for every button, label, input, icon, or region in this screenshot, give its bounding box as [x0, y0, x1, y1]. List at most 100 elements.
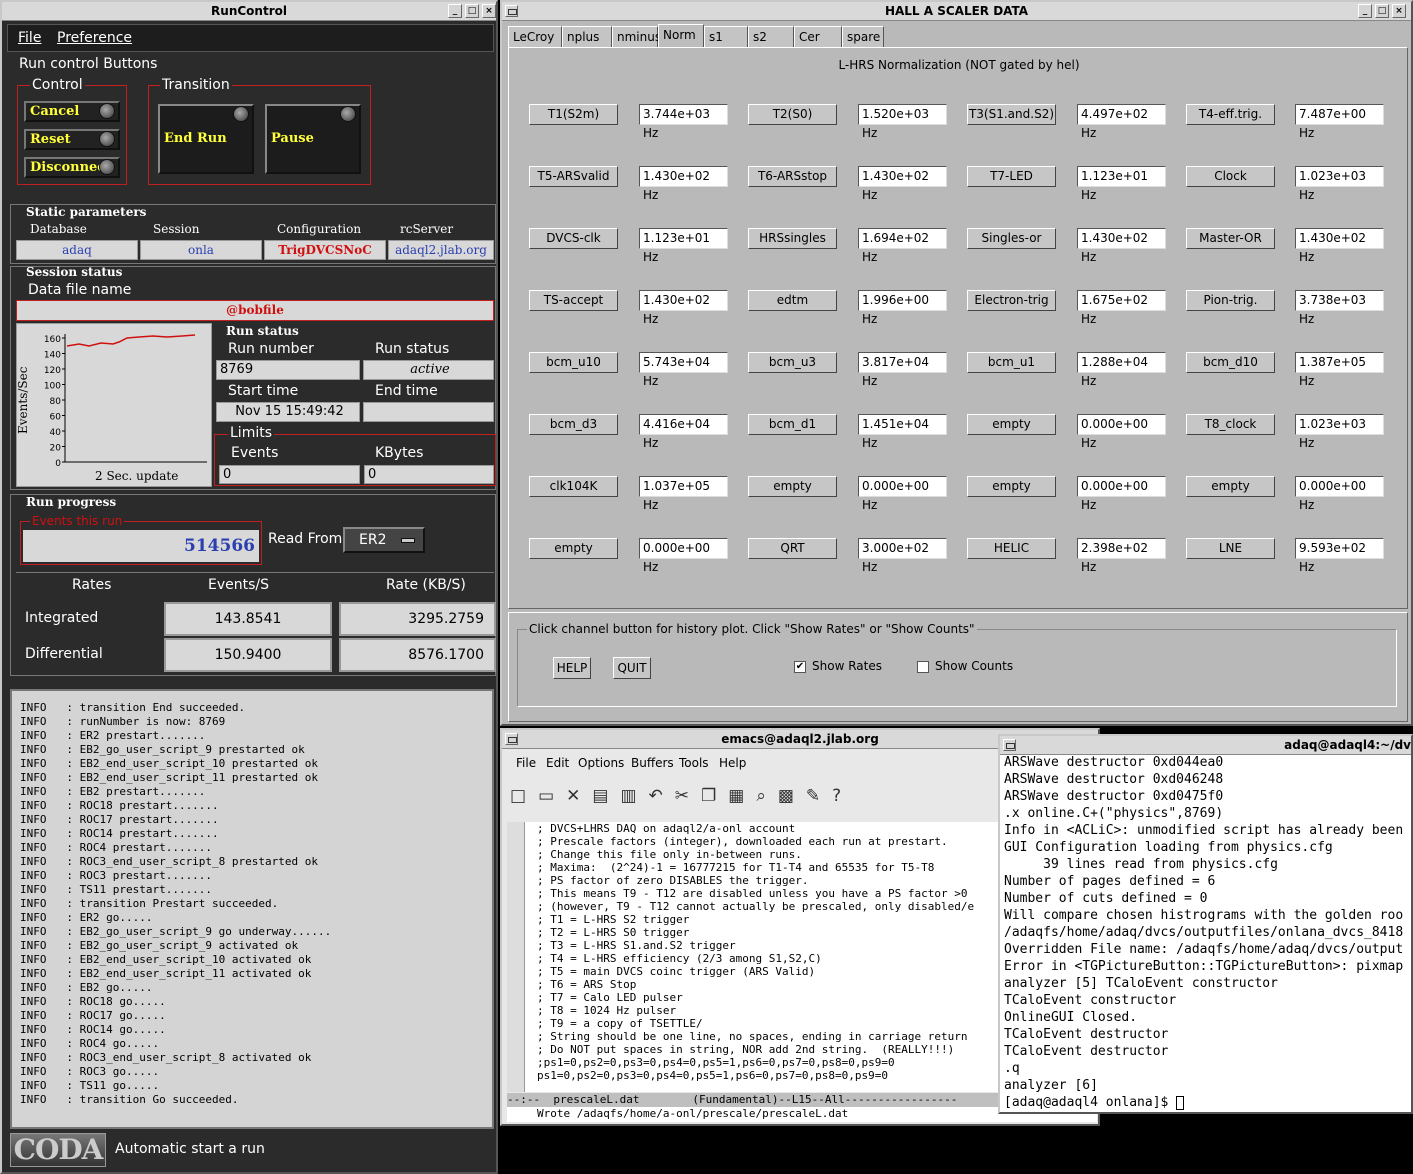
log-line: INFO : EB2 prestart....... [20, 785, 206, 798]
emacs-text-line: ; T8 = 1024 Hz pulser [537, 1004, 677, 1017]
terminal-line: 39 lines read from physics.cfg [1004, 857, 1278, 872]
channel-button[interactable]: T8_clock [1186, 414, 1275, 435]
tab-s1[interactable]: s1 [704, 26, 748, 47]
show-counts-label: Show Counts [935, 659, 1014, 673]
paste-icon[interactable]: ▦ [728, 786, 756, 806]
channel-button[interactable]: empty [748, 476, 837, 497]
channel-button[interactable]: TS-accept [529, 290, 618, 311]
read-from-select[interactable]: ER2 [343, 527, 425, 553]
channel-button[interactable]: T2(S0) [748, 104, 837, 125]
tab-lecroy[interactable]: LeCroy [508, 26, 562, 47]
minimize-icon[interactable]: _ [1358, 4, 1372, 18]
kbytes-limit-input[interactable]: 0 [364, 465, 494, 484]
channel-button[interactable]: bcm_u10 [529, 352, 618, 373]
log-line: INFO : ER2 go..... [20, 911, 153, 924]
events-per-sec-header: Events/S [208, 577, 270, 593]
emacs-text-line: ; T4 = L-HRS efficiency (2/3 among S1,S2… [537, 952, 822, 965]
channel-button[interactable]: Master-OR [1186, 228, 1275, 249]
tab-spare[interactable]: spare [842, 26, 884, 47]
channel-button[interactable]: LNE [1186, 538, 1275, 559]
channel-button[interactable]: T5-ARSvalid [529, 166, 618, 187]
terminal-line: /adaqfs/home/adaq/dvcs/outputfiles/onlan… [1004, 925, 1404, 940]
emacs-menu-tools[interactable]: Tools [679, 756, 709, 770]
channel-button[interactable]: bcm_d10 [1186, 352, 1275, 373]
emacs-menu-help[interactable]: Help [719, 756, 746, 770]
channel-button[interactable]: empty [967, 476, 1056, 497]
save-icon[interactable]: ▤ [592, 786, 620, 806]
close-icon[interactable]: × [1392, 4, 1406, 18]
channel-button[interactable]: bcm_d1 [748, 414, 837, 435]
save-as-icon[interactable]: ▥ [620, 786, 648, 806]
emacs-scrollbar[interactable] [507, 822, 525, 1092]
channel-button[interactable]: Pion-trig. [1186, 290, 1275, 311]
channel-button[interactable]: T4-eff.trig. [1186, 104, 1275, 125]
events-limit-input[interactable]: 0 [219, 465, 360, 484]
emacs-text-line: ; (however, T9 - T12 cannot actually be … [537, 900, 975, 913]
cut-icon[interactable]: ✂ [675, 786, 701, 806]
new-file-icon[interactable]: □ [510, 786, 538, 806]
channel-button[interactable]: DVCS-clk [529, 228, 618, 249]
tab-nminus[interactable]: nminus [612, 26, 661, 47]
quit-button[interactable]: QUIT [613, 657, 651, 679]
emacs-menu-options[interactable]: Options [578, 756, 624, 770]
help-icon[interactable]: ? [832, 786, 853, 806]
close-icon[interactable]: × [482, 4, 496, 18]
undo-icon[interactable]: ↶ [649, 786, 675, 806]
show-rates-checkbox[interactable]: ✔ [794, 661, 806, 673]
log-panel[interactable]: INFO : transition End succeeded. INFO : r… [10, 689, 494, 1129]
terminal-titlebar[interactable]: adaq@adaql4:~/dv [1000, 736, 1411, 755]
channel-button[interactable]: T1(S2m) [529, 104, 618, 125]
maximize-icon[interactable]: □ [465, 4, 479, 18]
channel-button[interactable]: Clock [1186, 166, 1275, 187]
channel-button[interactable]: clk104K [529, 476, 618, 497]
emacs-menu-edit[interactable]: Edit [546, 756, 569, 770]
channel-button[interactable]: T3(S1.and.S2) [967, 104, 1056, 125]
log-line: INFO : TS11 prestart....... [20, 883, 213, 896]
channel-button[interactable]: T7-LED [967, 166, 1056, 187]
channel-rate-value: 1.430e+02 Hz [1077, 228, 1166, 264]
show-counts-checkbox[interactable] [917, 661, 929, 673]
tab-nplus[interactable]: nplus [562, 26, 612, 47]
tab-norm[interactable]: Norm [658, 24, 704, 47]
channel-rate-value: 1.288e+04 Hz [1077, 352, 1166, 388]
window-menu-icon[interactable] [1003, 739, 1016, 751]
emacs-text-line: ; T2 = L-HRS S0 trigger [537, 926, 690, 939]
channel-button[interactable]: bcm_u3 [748, 352, 837, 373]
emacs-buffer[interactable]: ; DVCS+LHRS DAQ on adaql2/a-onl account;… [507, 822, 999, 1092]
window-menu-icon[interactable] [505, 5, 518, 17]
channel-button[interactable]: HELIC [967, 538, 1056, 559]
print-icon[interactable]: ▩ [778, 786, 806, 806]
help-button[interactable]: HELP [553, 657, 591, 679]
minimize-icon[interactable]: _ [448, 4, 462, 18]
menu-file[interactable]: File [18, 30, 41, 46]
runcontrol-titlebar[interactable]: RunControl _ □ × [2, 2, 496, 21]
open-folder-icon[interactable]: ▭ [538, 786, 566, 806]
tab-s2[interactable]: s2 [748, 26, 794, 47]
maximize-icon[interactable]: □ [1375, 4, 1389, 18]
terminal-line: TCaloEvent destructor [1004, 1027, 1169, 1042]
copy-icon[interactable]: ❐ [701, 786, 728, 806]
channel-button[interactable]: HRSsingles [748, 228, 837, 249]
channel-button[interactable]: empty [529, 538, 618, 559]
tab-cer[interactable]: Cer [794, 26, 842, 47]
close-buffer-icon[interactable]: ✕ [566, 786, 592, 806]
search-icon[interactable]: ⌕ [756, 786, 778, 806]
channel-button[interactable]: empty [967, 414, 1056, 435]
menu-preference[interactable]: Preference [57, 30, 132, 46]
window-menu-icon[interactable] [505, 733, 518, 745]
channel-button[interactable]: empty [1186, 476, 1275, 497]
terminal-output[interactable]: ARSWave destructor 0xd044ea0 ARSWave dest… [1004, 754, 1403, 1111]
channel-button[interactable]: T6-ARSstop [748, 166, 837, 187]
log-line: INFO : ROC18 prestart....... [20, 799, 219, 812]
scaler-titlebar[interactable]: HALL A SCALER DATA _ □ × [502, 2, 1411, 21]
configuration-value: TrigDVCSNoC [264, 240, 386, 260]
channel-button[interactable]: QRT [748, 538, 837, 559]
channel-button[interactable]: Electron-trig [967, 290, 1056, 311]
channel-button[interactable]: bcm_d3 [529, 414, 618, 435]
channel-button[interactable]: Singles-or [967, 228, 1056, 249]
channel-button[interactable]: bcm_u1 [967, 352, 1056, 373]
preferences-icon[interactable]: ✎ [806, 786, 832, 806]
emacs-menu-file[interactable]: File [516, 756, 536, 770]
channel-button[interactable]: edtm [748, 290, 837, 311]
emacs-menu-buffers[interactable]: Buffers [631, 756, 674, 770]
